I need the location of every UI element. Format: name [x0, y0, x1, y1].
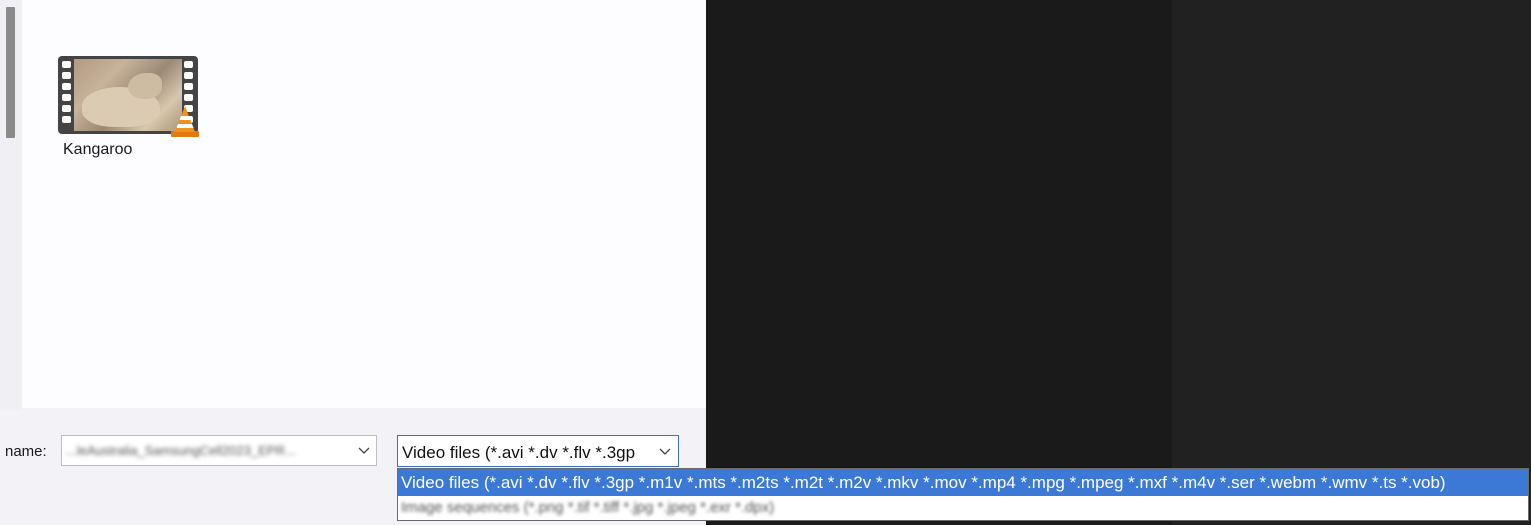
chevron-down-icon[interactable] [358, 444, 370, 456]
video-file-thumbnail-icon [58, 56, 199, 137]
preview-panel-secondary [1172, 0, 1531, 525]
video-frame-image [74, 59, 182, 131]
scrollbar[interactable] [0, 0, 22, 410]
file-dialog: Kangaroo name: ...leAustralia_SamsungCel… [0, 0, 706, 525]
file-type-dropdown-list: Video files (*.avi *.dv *.flv *.3gp *.m1… [397, 468, 1529, 521]
preview-panel [706, 0, 1172, 525]
file-list: Kangaroo [22, 0, 706, 408]
chevron-down-icon[interactable] [659, 445, 671, 457]
file-name-value: ...leAustralia_SamsungCell2023_EPR... [66, 443, 296, 458]
file-item-kangaroo[interactable]: Kangaroo [58, 56, 199, 159]
file-item-label: Kangaroo [63, 141, 133, 158]
file-name-label: name: [5, 443, 47, 460]
vlc-cone-icon [171, 106, 199, 137]
dropdown-option-image-sequences[interactable]: Image sequences (*.png *.tif *.tiff *.jp… [398, 496, 1528, 520]
file-name-input[interactable]: ...leAustralia_SamsungCell2023_EPR... [61, 435, 377, 466]
dropdown-option-video-files[interactable]: Video files (*.avi *.dv *.flv *.3gp *.m1… [398, 469, 1528, 496]
film-strip-holes-left [62, 61, 72, 133]
scrollbar-thumb[interactable] [6, 7, 15, 138]
file-type-filter-select[interactable]: Video files (*.avi *.dv *.flv *.3gp [397, 435, 679, 467]
file-type-filter-value: Video files (*.avi *.dv *.flv *.3gp [402, 443, 636, 462]
